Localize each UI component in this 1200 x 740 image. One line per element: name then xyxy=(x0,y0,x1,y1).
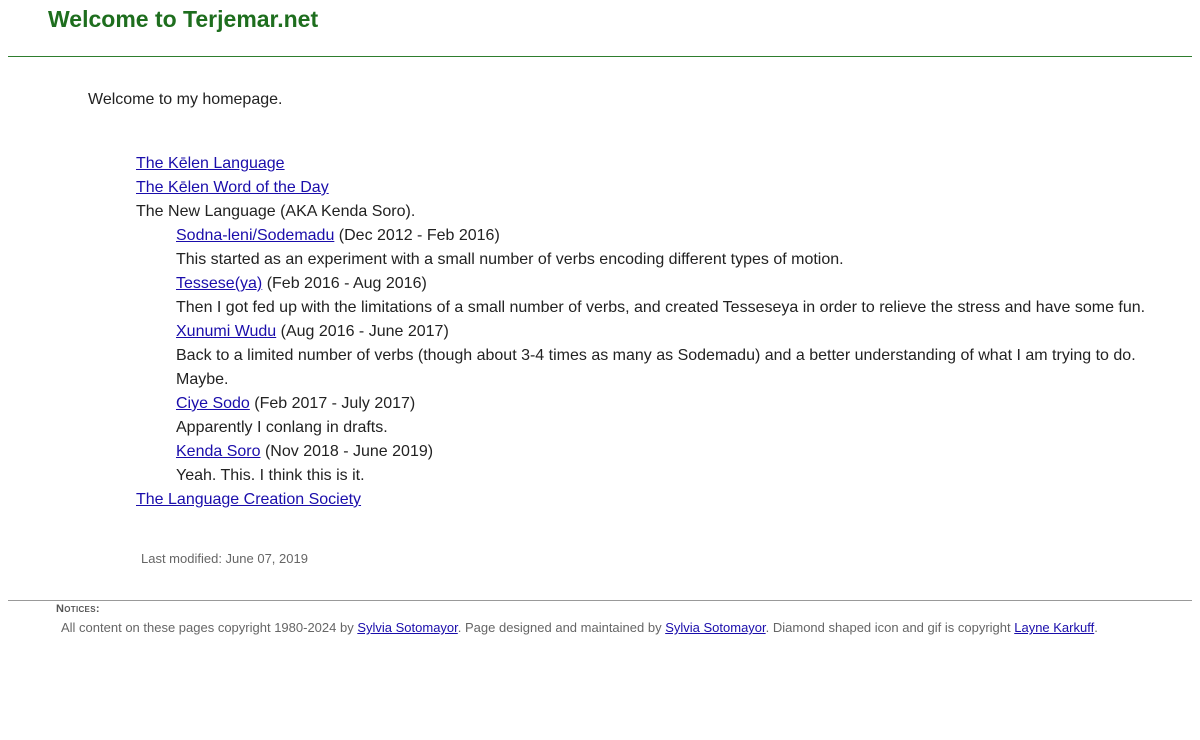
project-description: Yeah. This. I think this is it. xyxy=(176,467,365,484)
xunumi-wudu-link[interactable]: Xunumi Wudu xyxy=(176,323,276,340)
project-dates: (Aug 2016 - June 2017) xyxy=(276,323,449,340)
project-dates: (Dec 2012 - Feb 2016) xyxy=(334,227,500,244)
kelen-word-of-the-day-link[interactable]: The Kēlen Word of the Day xyxy=(136,179,329,196)
kenda-soro-link[interactable]: Kenda Soro xyxy=(176,443,261,460)
project-item: Xunumi Wudu (Aug 2016 - June 2017) xyxy=(136,320,1176,344)
kelen-language-link[interactable]: The Kēlen Language xyxy=(136,155,285,172)
navigation-list: The Kēlen Language The Kēlen Word of the… xyxy=(136,152,1176,512)
maintainer-link[interactable]: Sylvia Sotomayor xyxy=(665,620,765,635)
project-item: Sodna-leni/Sodemadu (Dec 2012 - Feb 2016… xyxy=(136,224,1176,248)
intro-text: Welcome to my homepage. xyxy=(88,91,283,108)
language-creation-society-link[interactable]: The Language Creation Society xyxy=(136,491,361,508)
last-modified: Last modified: June 07, 2019 xyxy=(141,551,308,566)
project-description: Maybe. xyxy=(176,371,229,388)
site-title: Welcome to Terjemar.net xyxy=(48,6,319,32)
list-item: The Kēlen Language xyxy=(136,152,1176,176)
list-item: The Kēlen Word of the Day xyxy=(136,176,1176,200)
project-item: Tessese(ya) (Feb 2016 - Aug 2016) xyxy=(136,272,1176,296)
notices-text: All content on these pages copyright 198… xyxy=(61,620,1098,635)
notices-heading: Notices: xyxy=(56,603,100,615)
project-description: Apparently I conlang in drafts. xyxy=(176,419,388,436)
icon-author-link[interactable]: Layne Karkuff xyxy=(1014,620,1094,635)
header-divider xyxy=(8,56,1192,57)
project-item: Kenda Soro (Nov 2018 - June 2019) xyxy=(136,440,1176,464)
sodemadu-link[interactable]: Sodna-leni/Sodemadu xyxy=(176,227,334,244)
tesseseya-link[interactable]: Tessese(ya) xyxy=(176,275,262,292)
project-description: Then I got fed up with the limitations o… xyxy=(176,299,1146,316)
project-description: This started as an experiment with a sma… xyxy=(176,251,844,268)
period-text: . xyxy=(1094,620,1098,635)
project-item: Ciye Sodo (Feb 2017 - July 2017) xyxy=(136,392,1176,416)
copyright-text: All content on these pages copyright 198… xyxy=(61,620,358,635)
maintainer-text: . Page designed and maintained by xyxy=(457,620,666,635)
project-dates: (Feb 2016 - Aug 2016) xyxy=(262,275,427,292)
project-dates: (Nov 2018 - June 2019) xyxy=(260,443,434,460)
list-item: The Language Creation Society xyxy=(136,488,1176,512)
project-description: Back to a limited number of verbs (thoug… xyxy=(176,347,1136,364)
icon-copyright-text: . Diamond shaped icon and gif is copyrig… xyxy=(765,620,1015,635)
footer-divider xyxy=(8,600,1192,601)
ciye-sodo-link[interactable]: Ciye Sodo xyxy=(176,395,250,412)
project-dates: (Feb 2017 - July 2017) xyxy=(249,395,416,412)
author-link[interactable]: Sylvia Sotomayor xyxy=(357,620,457,635)
new-language-heading: The New Language (AKA Kenda Soro). xyxy=(136,203,416,220)
